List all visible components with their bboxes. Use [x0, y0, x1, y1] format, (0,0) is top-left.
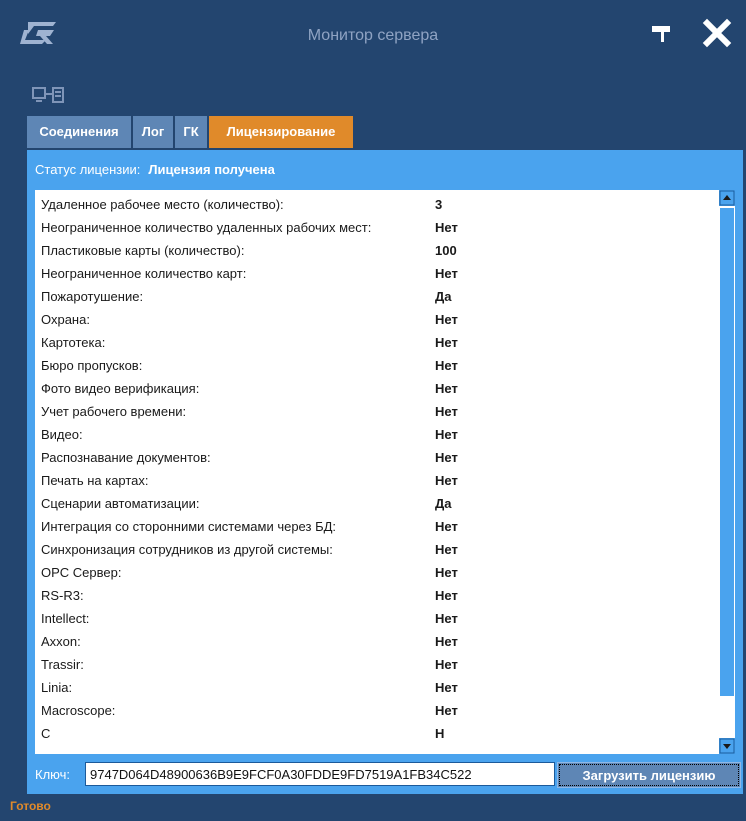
license-status: Статус лицензии: Лицензия получена	[35, 162, 275, 177]
license-row-label: Macroscope:	[41, 703, 116, 718]
license-row-value: Да	[435, 496, 452, 511]
vertical-scrollbar[interactable]	[719, 190, 735, 754]
license-row-value: Нет	[435, 565, 458, 580]
licensing-panel: Статус лицензии: Лицензия получена Удален…	[27, 150, 743, 794]
title-bar: Монитор сервера	[0, 0, 746, 78]
license-row-label: Синхронизация сотрудников из другой сист…	[41, 542, 333, 557]
license-status-label: Статус лицензии:	[35, 162, 141, 177]
license-row-label: Trassir:	[41, 657, 84, 672]
license-row-label: C	[41, 726, 51, 741]
license-row-label: Неограниченное количество карт:	[41, 266, 247, 281]
license-row-label: Фото видео верификация:	[41, 381, 200, 396]
scrollbar-track[interactable]	[719, 208, 735, 736]
license-row-label: Распознавание документов:	[41, 450, 211, 465]
license-row-value: Нет	[435, 611, 458, 626]
server-connection-icon[interactable]	[32, 85, 68, 107]
license-row-value: Нет	[435, 703, 458, 718]
close-icon[interactable]	[700, 16, 734, 50]
license-row-label: Неограниченное количество удаленных рабо…	[41, 220, 372, 235]
tab-connections[interactable]: Соединения	[27, 116, 131, 148]
license-key-label: Ключ:	[35, 767, 71, 782]
license-row-value: Нет	[435, 358, 458, 373]
license-key-input[interactable]	[85, 762, 555, 786]
license-row-value: Нет	[435, 266, 458, 281]
license-features-list[interactable]: Удаленное рабочее место (количество): 3 Не…	[35, 190, 735, 754]
license-row-value: Нет	[435, 680, 458, 695]
license-row-value: Нет	[435, 220, 458, 235]
license-row-value: Нет	[435, 404, 458, 419]
license-row-label: Axxon:	[41, 634, 81, 649]
license-row-label: Печать на картах:	[41, 473, 149, 488]
license-row-value: 100	[435, 243, 457, 258]
license-row-value: Нет	[435, 381, 458, 396]
flag-icon[interactable]	[648, 20, 676, 46]
license-row-value: Нет	[435, 473, 458, 488]
server-monitor-window: Монитор сервера Соединения Лог ГК Лиценз…	[0, 0, 746, 821]
license-row-label: Пожаротушение:	[41, 289, 144, 304]
license-row-label: Картотека:	[41, 335, 106, 350]
license-row-label: Видео:	[41, 427, 83, 442]
license-row-label: Сценарии автоматизации:	[41, 496, 200, 511]
license-row-value: Нет	[435, 427, 458, 442]
license-row-label: Удаленное рабочее место (количество):	[41, 197, 284, 212]
load-license-button[interactable]: Загрузить лицензию	[557, 762, 741, 788]
tab-log[interactable]: Лог	[133, 116, 173, 148]
license-row-label: Учет рабочего времени:	[41, 404, 187, 419]
license-row-label: Интеграция со сторонними системами через…	[41, 519, 337, 534]
license-row-value: Нет	[435, 450, 458, 465]
license-row-label: Linia:	[41, 680, 73, 695]
tab-gk[interactable]: ГК	[175, 116, 207, 148]
scroll-down-icon[interactable]	[719, 738, 735, 754]
license-row-label: Охрана:	[41, 312, 90, 327]
license-row-value: Нет	[435, 312, 458, 327]
license-row-value: Нет	[435, 634, 458, 649]
tab-licensing[interactable]: Лицензирование	[209, 116, 353, 148]
license-row-value: 3	[435, 197, 443, 212]
license-row-value: Нет	[435, 542, 458, 557]
window-title: Монитор сервера	[307, 27, 439, 44]
scrollbar-thumb[interactable]	[720, 208, 734, 696]
license-row-value: Нет	[435, 335, 458, 350]
status-bar-text: Готово	[10, 799, 51, 813]
scroll-up-icon[interactable]	[719, 190, 735, 206]
license-row-value: Нет	[435, 588, 458, 603]
license-row-value: Н	[435, 726, 445, 741]
license-row-value: Да	[435, 289, 452, 304]
license-row-label: Пластиковые карты (количество):	[41, 243, 245, 258]
license-row-label: Intellect:	[41, 611, 90, 626]
license-row-value: Нет	[435, 657, 458, 672]
license-row-label: Бюро пропусков:	[41, 358, 143, 373]
license-row-value: Нет	[435, 519, 458, 534]
license-status-value: Лицензия получена	[148, 162, 275, 177]
license-row-label: OPC Сервер:	[41, 565, 122, 580]
license-row-label: RS-R3:	[41, 588, 84, 603]
